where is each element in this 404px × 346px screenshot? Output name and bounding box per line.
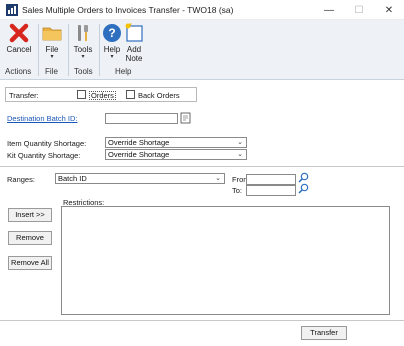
section-divider: [0, 166, 404, 167]
kit-quantity-shortage-label: Kit Quantity Shortage:: [7, 151, 81, 160]
remove-button[interactable]: Remove: [8, 231, 52, 245]
ribbon-toolbar: Cancel File ▾ Tools ▾ ? Help ▾ Add Note …: [0, 20, 404, 80]
maximize-button[interactable]: ☐: [344, 0, 374, 20]
help-menu-button[interactable]: ? Help ▾: [101, 22, 123, 60]
destination-batch-id-field[interactable]: [105, 113, 178, 124]
item-quantity-shortage-select[interactable]: Override Shortage ⌄: [105, 137, 247, 148]
transfer-label: Transfer:: [9, 91, 39, 100]
item-quantity-shortage-label: Item Quantity Shortage:: [7, 139, 87, 148]
destination-batch-id-link[interactable]: Destination Batch ID:: [7, 114, 77, 123]
close-button[interactable]: ✕: [374, 0, 404, 20]
transfer-button[interactable]: Transfer: [301, 326, 347, 340]
help-icon: ?: [103, 24, 121, 42]
transfer-panel: Transfer: Orders Back Orders: [5, 87, 197, 102]
chevron-down-icon: ▾: [81, 54, 85, 60]
to-label: To:: [232, 186, 243, 195]
kit-quantity-shortage-select[interactable]: Override Shortage ⌄: [105, 149, 247, 160]
from-field[interactable]: [246, 174, 296, 185]
to-lookup-icon[interactable]: [298, 183, 309, 194]
group-label-file: File: [45, 67, 58, 76]
cancel-label: Cancel: [6, 45, 32, 54]
cancel-x-icon: [9, 23, 29, 43]
svg-text:?: ?: [108, 26, 115, 40]
add-note-label-line2: Note: [125, 54, 143, 63]
tools-label: Tools: [73, 45, 93, 54]
title-bar: Sales Multiple Orders to Invoices Transf…: [0, 0, 404, 20]
to-field[interactable]: [246, 185, 296, 196]
restrictions-list[interactable]: [61, 206, 390, 315]
group-separator: [38, 24, 39, 76]
chevron-down-icon: ▾: [50, 54, 54, 60]
file-label: File: [45, 45, 59, 54]
kit-quantity-shortage-value: Override Shortage: [108, 150, 170, 159]
ranges-value: Batch ID: [58, 174, 87, 183]
tools-icon: [78, 25, 88, 41]
chevron-down-icon: ⌄: [215, 175, 221, 182]
help-label: Help: [103, 45, 121, 54]
group-separator: [99, 24, 100, 76]
group-label-actions: Actions: [5, 67, 32, 76]
file-menu-button[interactable]: File ▾: [40, 22, 64, 60]
ranges-label: Ranges:: [7, 175, 35, 184]
group-separator: [68, 24, 69, 76]
chevron-down-icon: ⌄: [237, 151, 243, 158]
group-label-tools: Tools: [74, 67, 93, 76]
app-logo-icon: [6, 4, 18, 16]
orders-checkbox[interactable]: [77, 90, 86, 99]
insert-button[interactable]: Insert >>: [8, 208, 52, 222]
chevron-down-icon: ▾: [110, 54, 114, 60]
from-lookup-icon[interactable]: [298, 172, 309, 183]
minimize-button[interactable]: —: [314, 0, 344, 20]
back-orders-checkbox-label[interactable]: Back Orders: [138, 91, 180, 100]
window-title: Sales Multiple Orders to Invoices Transf…: [22, 5, 234, 15]
add-note-icon: [125, 23, 143, 42]
ranges-select[interactable]: Batch ID ⌄: [55, 173, 225, 184]
item-quantity-shortage-value: Override Shortage: [108, 138, 170, 147]
remove-all-button[interactable]: Remove All: [8, 256, 52, 270]
chevron-down-icon: ⌄: [237, 139, 243, 146]
tools-menu-button[interactable]: Tools ▾: [70, 22, 96, 60]
orders-checkbox-label[interactable]: Orders: [89, 91, 116, 100]
group-label-help: Help: [115, 67, 132, 76]
back-orders-checkbox[interactable]: [126, 90, 135, 99]
cancel-button[interactable]: Cancel: [5, 22, 33, 54]
batch-lookup-icon[interactable]: [180, 112, 191, 124]
add-note-button[interactable]: Add Note: [122, 22, 146, 63]
folder-icon: [42, 27, 62, 41]
footer-divider: [0, 320, 404, 321]
add-note-label-line1: Add: [126, 45, 142, 54]
